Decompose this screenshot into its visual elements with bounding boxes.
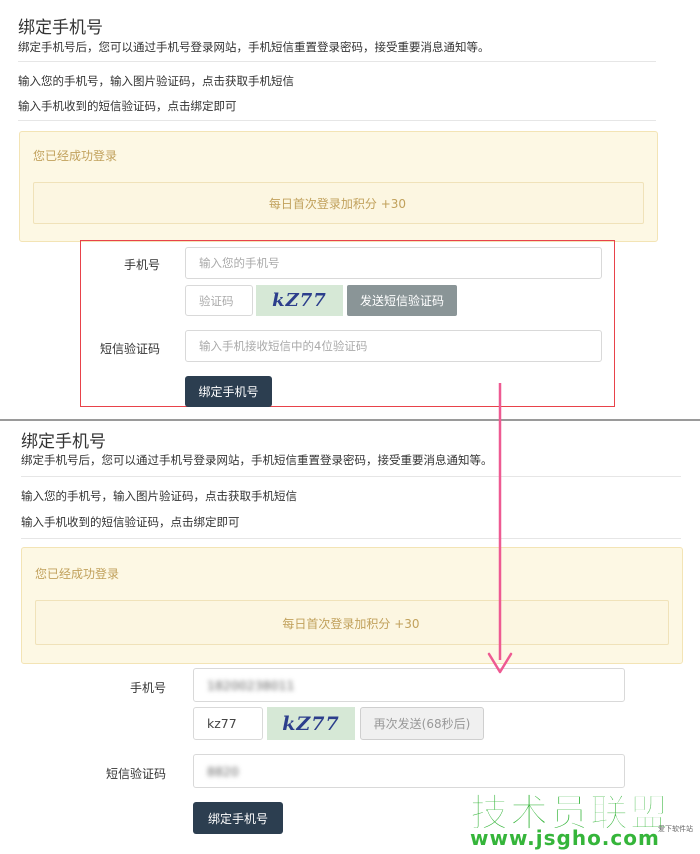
watermark-url: www.jsgho.com: [470, 826, 660, 850]
watermark-tag: 爱下软件站: [658, 825, 693, 833]
annotation-arrow: [487, 383, 513, 674]
